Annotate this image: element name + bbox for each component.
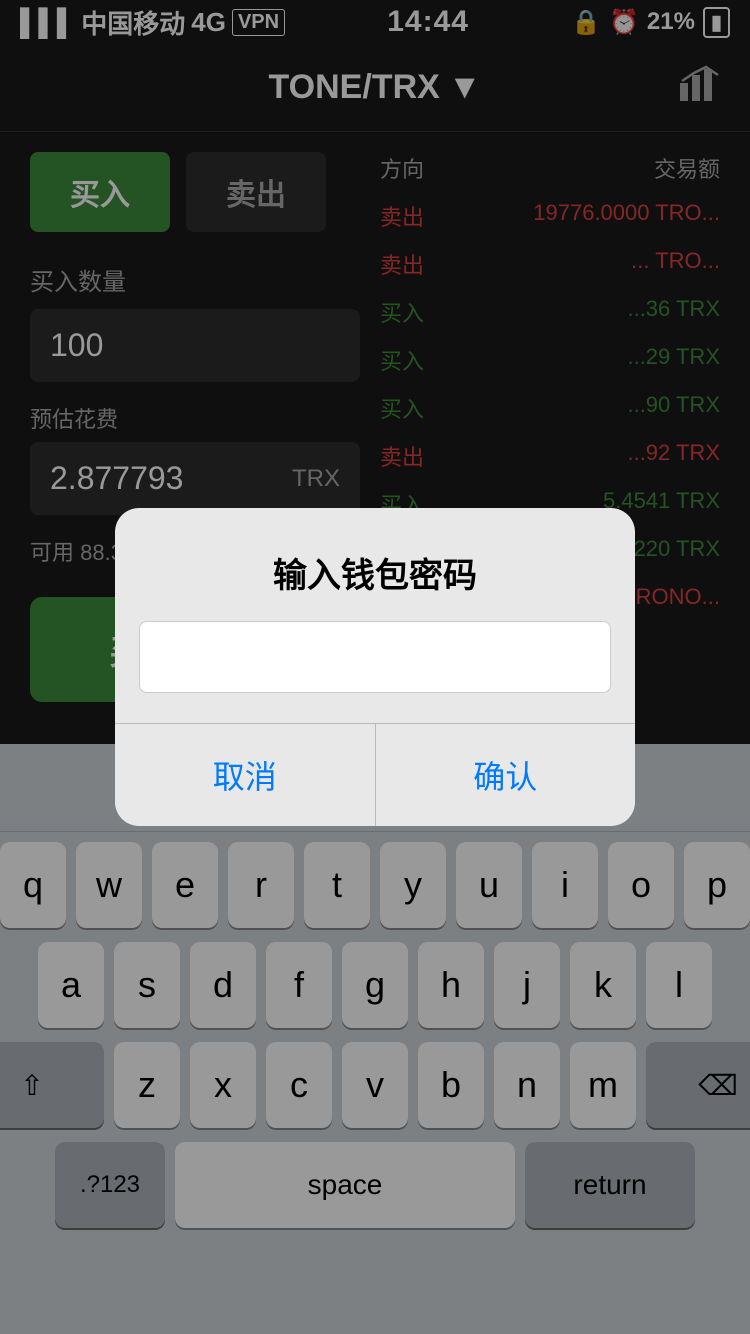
password-dialog: 输入钱包密码 取消 确认: [115, 508, 635, 826]
confirm-button[interactable]: 确认: [376, 724, 636, 826]
password-input-wrap[interactable]: [139, 621, 611, 693]
cancel-button[interactable]: 取消: [115, 724, 376, 826]
password-input[interactable]: [140, 622, 610, 692]
modal-overlay: 输入钱包密码 取消 确认: [0, 0, 750, 1334]
dialog-actions: 取消 确认: [115, 723, 635, 826]
dialog-title: 输入钱包密码: [115, 508, 635, 621]
